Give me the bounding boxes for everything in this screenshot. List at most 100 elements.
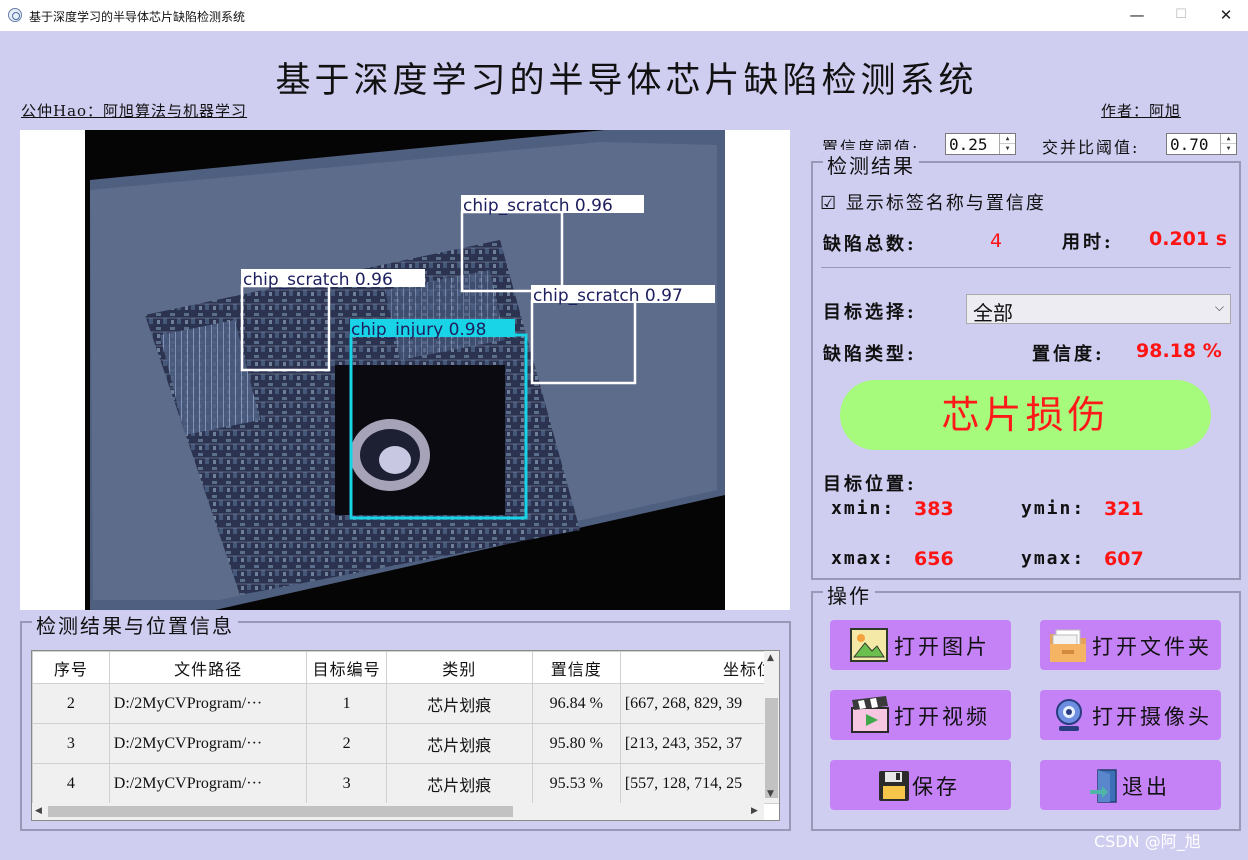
exit-button[interactable]: 退出 [1040, 760, 1221, 810]
table-row[interactable]: 4 D:/2MyCVProgram/··· 3 芯片划痕 95.53 % [55… [32, 763, 779, 804]
table-cell[interactable]: 4 [32, 763, 110, 804]
left-subtitle: 公仲Hao：阿旭算法与机器学习 [21, 102, 248, 120]
minimize-button[interactable]: — [1122, 4, 1152, 26]
close-button[interactable]: ✕ [1211, 4, 1241, 26]
exit-icon [1090, 769, 1117, 803]
operation-title: 操作 [823, 580, 875, 609]
column-header[interactable]: 置信度 [531, 651, 621, 684]
folder-icon [1050, 629, 1086, 662]
scroll-left-icon[interactable]: ◀ [35, 806, 42, 816]
open-video-button[interactable]: 打开视频 [830, 690, 1011, 740]
chevron-down-icon[interactable]: ⌵ [1215, 300, 1224, 315]
table-cell[interactable]: 芯片划痕 [385, 763, 533, 804]
scroll-thumb[interactable] [765, 698, 778, 798]
defect-total-label: 缺陷总数: [823, 234, 917, 255]
xmin-label: xmin: [831, 498, 896, 519]
xmax-value: 656 [914, 548, 954, 570]
table-cell[interactable]: D:/2MyCVProgram/··· [108, 763, 308, 804]
table-cell[interactable]: [557, 128, 714, 25 [619, 763, 779, 804]
table-cell[interactable]: 95.80 % [531, 723, 621, 764]
table-cell[interactable]: D:/2MyCVProgram/··· [108, 723, 308, 764]
table-header-row: 序号 文件路径 目标编号 类别 置信度 坐标位 [32, 651, 779, 684]
open-folder-label: 打开文件夹 [1092, 635, 1212, 659]
table-cell[interactable]: [213, 243, 352, 37 [619, 723, 779, 764]
column-header[interactable]: 类别 [385, 651, 533, 684]
defect-total-value: 4 [990, 230, 1003, 252]
column-header[interactable]: 坐标位 [619, 651, 779, 684]
chip-image: chip_scratch 0.96 chip_scratch 0.96 chip… [85, 130, 725, 610]
table-cell[interactable]: 2 [306, 723, 387, 764]
app-icon [8, 8, 22, 22]
maximize-button[interactable]: ☐ [1166, 4, 1196, 26]
iou-threshold-value[interactable]: 0.70 [1170, 135, 1209, 154]
scroll-down-icon[interactable]: ▼ [767, 789, 774, 799]
table-row[interactable]: 2 D:/2MyCVProgram/··· 1 芯片划痕 96.84 % [66… [32, 683, 779, 724]
exit-label: 退出 [1122, 775, 1170, 799]
save-label: 保存 [912, 775, 960, 799]
table-cell[interactable]: 3 [306, 763, 387, 804]
table-cell[interactable]: D:/2MyCVProgram/··· [108, 683, 308, 724]
save-icon [879, 771, 909, 801]
video-icon [851, 696, 889, 733]
table-cell[interactable]: 3 [32, 723, 110, 764]
defect-type-label: 缺陷类型: [823, 344, 917, 365]
conf-threshold-spinbox[interactable]: 0.25 ▲ ▼ [945, 133, 1016, 155]
table-cell[interactable]: 2 [32, 683, 110, 724]
confidence-label: 置信度: [1032, 344, 1105, 365]
xmin-value: 383 [914, 498, 954, 520]
spin-up-icon[interactable]: ▲ [1000, 134, 1015, 144]
camera-icon [1056, 699, 1082, 731]
author-label: 作者：阿旭 [1101, 102, 1182, 120]
save-button[interactable]: 保存 [830, 760, 1011, 810]
result-table[interactable]: 序号 文件路径 目标编号 类别 置信度 坐标位 2 D:/2MyCVProgra… [31, 650, 780, 821]
table-cell[interactable]: [667, 268, 829, 39 [619, 683, 779, 724]
spin-down-icon[interactable]: ▼ [1000, 144, 1015, 154]
window-title: 基于深度学习的半导体芯片缺陷检测系统 [29, 10, 246, 24]
spin-up-icon[interactable]: ▲ [1221, 134, 1236, 144]
detection-result-title: 检测结果 [823, 150, 919, 179]
table-cell[interactable]: 1 [306, 683, 387, 724]
open-folder-button[interactable]: 打开文件夹 [1040, 620, 1221, 670]
scroll-thumb[interactable] [48, 806, 513, 817]
ymin-value: 321 [1104, 498, 1144, 520]
table-row[interactable]: 3 D:/2MyCVProgram/··· 2 芯片划痕 95.80 % [21… [32, 723, 779, 764]
main-title: 基于深度学习的半导体芯片缺陷检测系统 [275, 61, 978, 101]
conf-threshold-value[interactable]: 0.25 [949, 135, 988, 154]
column-header[interactable]: 序号 [32, 651, 110, 684]
table-cell[interactable]: 95.53 % [531, 763, 621, 804]
column-header[interactable]: 文件路径 [108, 651, 308, 684]
table-vertical-scrollbar[interactable]: ▲ ▼ [764, 651, 779, 803]
detection-label: chip_scratch 0.96 [463, 196, 613, 216]
column-header[interactable]: 目标编号 [306, 651, 387, 684]
target-select-label: 目标选择: [823, 302, 917, 323]
defect-type-badge: 芯片损伤 [840, 380, 1211, 450]
divider [821, 267, 1231, 268]
show-labels-checkbox[interactable]: ☑ 显示标签名称与置信度 [820, 189, 1046, 215]
table-cell[interactable]: 芯片划痕 [385, 723, 533, 764]
table-cell[interactable]: 芯片划痕 [385, 683, 533, 724]
table-cell[interactable]: 96.84 % [531, 683, 621, 724]
ymax-value: 607 [1104, 548, 1144, 570]
scroll-right-icon[interactable]: ▶ [751, 806, 758, 816]
spin-down-icon[interactable]: ▼ [1221, 144, 1236, 154]
target-position-label: 目标位置: [823, 474, 917, 495]
watermark: CSDN @阿_旭 [1094, 832, 1201, 851]
table-horizontal-scrollbar[interactable]: ◀ ▶ [32, 803, 764, 820]
target-select-value[interactable]: 全部 [973, 297, 1013, 326]
confidence-value: 98.18 % [1136, 340, 1222, 362]
scroll-up-icon[interactable]: ▲ [767, 653, 774, 663]
ymax-label: ymax: [1021, 548, 1086, 569]
open-camera-button[interactable]: 打开摄像头 [1040, 690, 1221, 740]
target-select-dropdown[interactable]: 全部 ⌵ [966, 294, 1231, 326]
open-video-label: 打开视频 [894, 705, 990, 729]
window-titlebar: 基于深度学习的半导体芯片缺陷检测系统 — ☐ ✕ [0, 0, 1248, 31]
iou-threshold-spinbox[interactable]: 0.70 ▲ ▼ [1166, 133, 1237, 155]
open-image-label: 打开图片 [894, 635, 990, 659]
detection-label: chip_scratch 0.97 [533, 286, 683, 306]
xmax-label: xmax: [831, 548, 896, 569]
result-table-title: 检测结果与位置信息 [32, 610, 238, 639]
ymin-label: ymin: [1021, 498, 1086, 519]
detection-label: chip_scratch 0.96 [243, 270, 393, 290]
checkbox-icon[interactable]: ☑ [820, 193, 838, 214]
open-image-button[interactable]: 打开图片 [830, 620, 1011, 670]
